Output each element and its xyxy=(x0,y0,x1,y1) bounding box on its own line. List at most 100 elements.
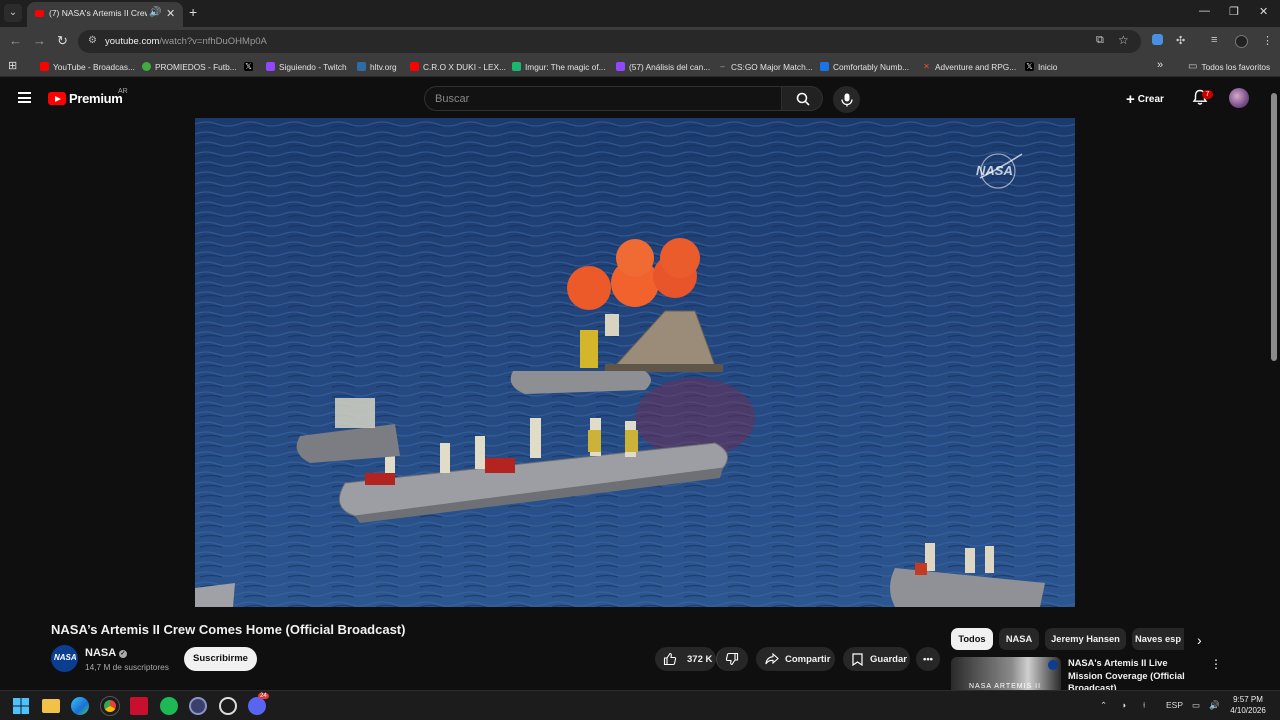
chip-todos[interactable]: Todos xyxy=(951,628,993,650)
video-title: NASA’s Artemis II Crew Comes Home (Offic… xyxy=(51,622,406,637)
bookmark-6[interactable]: Imgur: The magic of... xyxy=(512,60,606,73)
plus-icon: + xyxy=(1126,91,1135,108)
bookmarks-bar: ⊞ YouTube - Broadcas... PROMIEDOS - Futb… xyxy=(0,56,1280,77)
edge-icon[interactable] xyxy=(71,697,89,715)
all-bookmarks-folder[interactable]: ▭ Todos los favoritos xyxy=(1188,60,1270,73)
bookmark-3[interactable]: Siguiendo - Twitch xyxy=(266,60,347,73)
file-explorer-icon[interactable] xyxy=(42,699,60,713)
voice-search-button[interactable] xyxy=(833,86,860,113)
steam-icon[interactable] xyxy=(219,697,237,715)
recommendation-thumbnail[interactable]: NASA ARTEMIS II xyxy=(951,657,1061,690)
address-bar[interactable]: ⚙ youtube.com/watch?v=nfhDuOHMp0A ⧉ ☆ xyxy=(78,30,1141,53)
search-button[interactable] xyxy=(781,86,823,111)
bookmark-11[interactable]: 𝕏 Inicio xyxy=(1025,60,1057,73)
bookmark-star-icon[interactable]: ☆ xyxy=(1118,33,1129,47)
chips-next-chevron-icon[interactable]: › xyxy=(1197,632,1202,648)
back-icon[interactable]: ← xyxy=(9,33,22,48)
bookmark-10[interactable]: ✕ Adventure and RPG... xyxy=(922,60,1016,73)
bookmark-1[interactable]: PROMIEDOS - Futb... xyxy=(142,60,237,73)
subscriber-count: 14,7 M de suscriptores xyxy=(85,662,169,672)
spotify-icon[interactable] xyxy=(160,697,178,715)
bookmark-9[interactable]: Comfortably Numb... xyxy=(820,60,909,73)
bookmark-0[interactable]: YouTube - Broadcas... xyxy=(40,60,135,73)
create-button[interactable]: + Crear xyxy=(1126,91,1164,108)
taskbar-clock[interactable]: 9:57 PM 4/10/2026 xyxy=(1228,694,1268,716)
bookmark-2[interactable]: 𝕏 xyxy=(244,60,253,73)
volume-icon[interactable]: 🔊 xyxy=(1209,700,1220,711)
chip-naves[interactable]: Naves esp xyxy=(1132,628,1184,650)
recommendation-title[interactable]: NASA's Artemis II Live Mission Coverage … xyxy=(1068,657,1204,695)
windows-start-icon[interactable] xyxy=(12,697,30,715)
minimize-icon[interactable]: — xyxy=(1199,5,1210,17)
bookmark-8[interactable]: – CS:GO Major Match... xyxy=(718,60,812,73)
youtube-premium-wordmark[interactable]: Premium xyxy=(69,91,123,106)
new-tab-icon[interactable]: + xyxy=(189,4,197,20)
search-placeholder: Buscar xyxy=(435,93,470,105)
bookmark-7[interactable]: (57) Análisis del can... xyxy=(616,60,710,73)
channel-name[interactable]: NASA ✓ xyxy=(85,647,127,659)
bookmark-label: C.R.O X DUKI - LEX... xyxy=(423,61,506,72)
game-icon: ✕ xyxy=(923,62,930,71)
steam-tray-icon[interactable]: ◑ xyxy=(1121,700,1126,710)
chip-jeremy-hansen[interactable]: Jeremy Hansen xyxy=(1045,628,1126,650)
url-text[interactable]: youtube.com/watch?v=nfhDuOHMp0A xyxy=(105,36,267,47)
forward-icon[interactable]: → xyxy=(33,33,46,48)
close-tab-icon[interactable]: ✕ xyxy=(166,7,175,20)
page-scrollbar[interactable] xyxy=(1271,93,1277,361)
recommendation-channel-icon xyxy=(1048,660,1058,670)
install-app-icon[interactable]: ⧉ xyxy=(1096,34,1104,47)
more-actions-button[interactable]: ••• xyxy=(916,647,940,671)
microphone-icon xyxy=(840,93,853,106)
dislike-button[interactable] xyxy=(716,647,748,671)
menu-kebab-icon[interactable]: ⋮ xyxy=(1262,34,1273,47)
media-control-icon[interactable]: ≡ xyxy=(1211,34,1217,46)
browser-tab-active[interactable]: (7) NASA's Artemis II Crew Co 🔊 ✕ xyxy=(27,2,183,27)
folder-icon: ▭ xyxy=(1188,61,1198,72)
discord-icon[interactable]: 24 xyxy=(248,693,269,715)
usb-tray-icon[interactable]: ⍿ xyxy=(1143,700,1145,711)
promiedos-icon xyxy=(142,62,151,71)
hamburger-menu-icon[interactable] xyxy=(18,92,31,103)
chrome-icon[interactable] xyxy=(100,696,120,716)
save-button[interactable]: Guardar xyxy=(843,647,910,671)
youtube-logo-icon[interactable] xyxy=(48,92,66,105)
close-window-icon[interactable]: ✕ xyxy=(1259,5,1268,18)
profile-icon[interactable] xyxy=(1235,35,1248,48)
channel-avatar[interactable]: NASA xyxy=(51,645,78,672)
discord-badge: 24 xyxy=(258,693,269,699)
input-language[interactable]: ESP xyxy=(1166,700,1183,710)
apps-grid-icon[interactable]: ⊞ xyxy=(8,59,17,72)
site-info-icon[interactable]: ⚙ xyxy=(88,35,97,46)
chip-nasa[interactable]: NASA xyxy=(999,628,1039,650)
bookmarks-overflow-icon[interactable]: » xyxy=(1157,59,1163,71)
like-button[interactable]: 372 K xyxy=(655,647,716,671)
bookmark-5[interactable]: C.R.O X DUKI - LEX... xyxy=(410,60,506,73)
nasa-logo-text: NASA xyxy=(54,653,77,662)
reload-icon[interactable]: ↻ xyxy=(57,33,68,49)
tray-overflow-icon[interactable]: ⌃ xyxy=(1100,700,1107,711)
video-player[interactable] xyxy=(195,118,1075,607)
speaker-icon[interactable]: 🔊 xyxy=(149,7,161,18)
verified-icon: ✓ xyxy=(118,650,127,658)
save-label: Guardar xyxy=(870,653,907,665)
share-button[interactable]: Compartir xyxy=(756,647,835,671)
bookmark-label: Siguiendo - Twitch xyxy=(279,61,347,72)
restore-icon[interactable]: ❐ xyxy=(1229,5,1239,18)
share-icon xyxy=(765,653,779,665)
bookmark-label: (57) Análisis del can... xyxy=(629,61,711,72)
windows-taskbar: 24 ⌃ ◑ ⍿ ESP ▭ 🔊 9:57 PM 4/10/2026 xyxy=(0,690,1280,720)
recommendation-menu-icon[interactable]: ⋮ xyxy=(1210,657,1222,671)
account-avatar[interactable] xyxy=(1229,88,1249,108)
hltv-icon xyxy=(357,62,366,71)
tab-title: (7) NASA's Artemis II Crew Co xyxy=(49,8,147,18)
thumbs-up-icon xyxy=(663,652,677,666)
network-icon[interactable]: ▭ xyxy=(1192,700,1200,711)
extension-icon[interactable] xyxy=(1152,34,1163,45)
netflix-app-icon[interactable] xyxy=(130,697,148,715)
bookmark-4[interactable]: hltv.org xyxy=(357,60,397,73)
search-input[interactable]: Buscar xyxy=(424,86,782,111)
app-icon[interactable] xyxy=(189,697,207,715)
extensions-puzzle-icon[interactable]: ✣ xyxy=(1176,34,1185,47)
subscribe-button[interactable]: Suscribirme xyxy=(184,647,257,671)
tab-search-icon[interactable]: ⌄ xyxy=(4,4,22,22)
